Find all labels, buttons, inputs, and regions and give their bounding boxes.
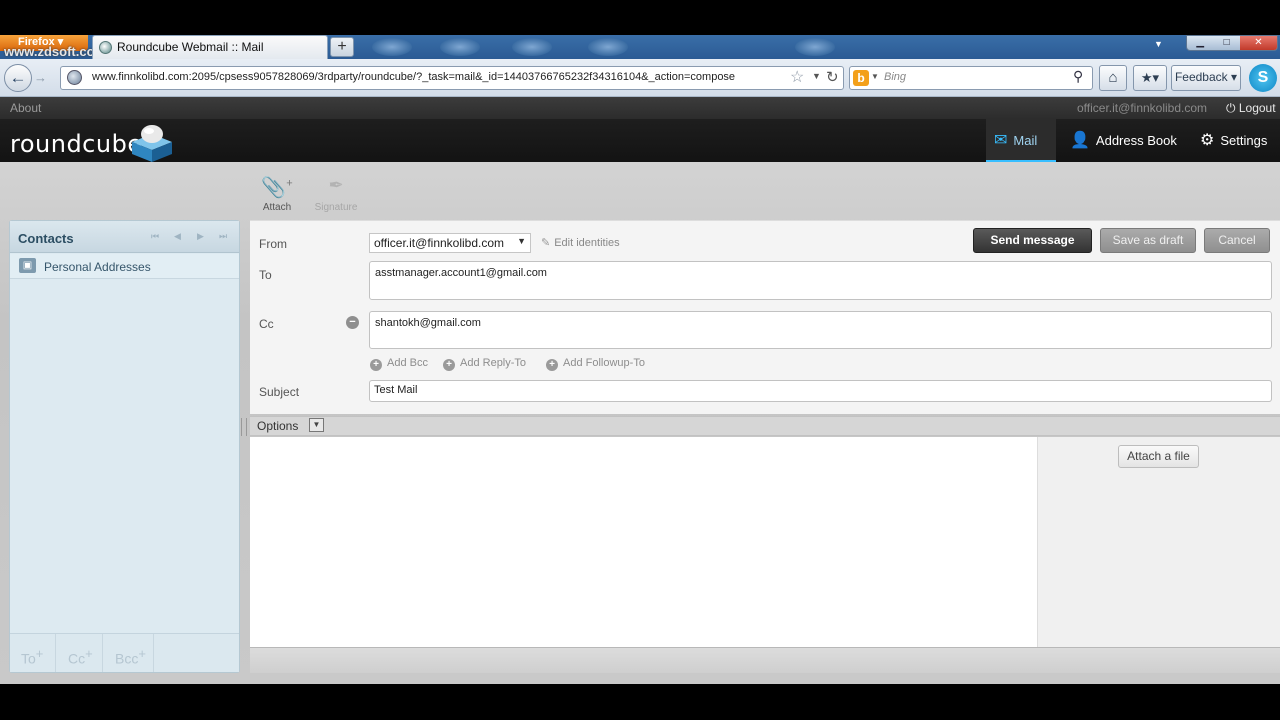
search-input[interactable]: Bing <box>884 71 906 83</box>
insert-bcc-button: Bcc+ <box>104 634 154 672</box>
panel-splitter[interactable] <box>241 418 247 436</box>
power-icon: ⏻ <box>1226 101 1236 115</box>
signature-toolbar-button: ✒ Signature <box>308 175 364 213</box>
window-controls: ▁ □ ✕ <box>1186 35 1278 51</box>
nav-address-book[interactable]: 👤 Address Book <box>1062 119 1190 162</box>
signature-pen-icon: ✒ <box>328 175 344 195</box>
pencil-icon: ✎ <box>541 237 551 249</box>
url-history-dropdown-icon[interactable]: ▼ <box>812 71 821 81</box>
attachment-pane <box>1037 437 1280 647</box>
contacts-panel <box>9 220 240 673</box>
feedback-button[interactable]: Feedback ▾ <box>1171 65 1241 91</box>
taskbar-blur <box>795 38 835 56</box>
letterbox-top <box>0 0 1280 35</box>
compose-footer <box>250 647 1280 673</box>
bookmark-star-icon[interactable]: ☆ <box>790 67 804 87</box>
roundcube-logo-icon[interactable] <box>130 124 174 164</box>
to-label: To <box>259 268 272 282</box>
gear-icon: ⚙ <box>1200 132 1215 149</box>
plus-icon: + <box>370 359 382 371</box>
first-page-icon[interactable]: ⏮ <box>151 231 159 242</box>
minimize-icon[interactable]: ▁ <box>1187 36 1213 50</box>
username: officer.it@finnkolibd.com <box>1077 101 1208 115</box>
next-page-icon[interactable]: ▶ <box>197 231 204 242</box>
options-bar <box>250 416 1280 436</box>
plus-icon: + <box>443 359 455 371</box>
insert-to-button: To+ <box>10 634 56 672</box>
save-draft-button[interactable]: Save as draft <box>1100 228 1196 253</box>
envelope-icon: ✉ <box>994 132 1008 149</box>
new-tab-button[interactable]: + <box>330 37 354 57</box>
browser-tab-active[interactable]: Roundcube Webmail :: Mail <box>92 35 328 59</box>
site-identity-icon[interactable] <box>67 70 82 85</box>
logout-link[interactable]: ⏻ Logout <box>1226 101 1276 116</box>
taskbar-blur <box>588 38 628 56</box>
cancel-button[interactable]: Cancel <box>1204 228 1270 253</box>
skype-icon[interactable]: S <box>1249 64 1277 92</box>
taskbar-blur <box>512 38 552 56</box>
add-followup-to-link[interactable]: + Add Followup-To <box>546 357 645 371</box>
addressbook-label[interactable]: Personal Addresses <box>44 260 151 274</box>
url-text[interactable]: www.finnkolibd.com:2095/cpsess9057828069… <box>92 71 735 83</box>
plus-icon: + <box>546 359 558 371</box>
message-body-editor[interactable] <box>250 437 1037 647</box>
home-icon[interactable]: ⌂ <box>1099 65 1127 91</box>
forward-arrow-icon[interactable]: → <box>34 70 47 85</box>
taskbar-blur <box>372 38 412 56</box>
insert-cc-button: Cc+ <box>57 634 103 672</box>
watermark: www.zdsoft.com <box>4 44 107 59</box>
tab-list-icon[interactable]: ▼ <box>1154 39 1163 49</box>
send-button[interactable]: Send message <box>973 228 1092 253</box>
paperclip-icon: 📎+ <box>261 177 293 199</box>
chevron-down-icon: ▼ <box>517 236 526 246</box>
nav-mail[interactable]: ✉ Mail <box>986 119 1056 162</box>
nav-settings[interactable]: ⚙ Settings <box>1192 119 1280 162</box>
about-link[interactable]: About <box>10 101 41 115</box>
options-label[interactable]: Options <box>257 419 298 433</box>
bing-logo-icon[interactable]: b <box>853 70 869 86</box>
contacts-title: Contacts <box>18 231 74 246</box>
letterbox-bottom <box>0 684 1280 720</box>
close-window-icon[interactable]: ✕ <box>1239 36 1277 50</box>
back-arrow-icon[interactable]: ← <box>4 64 32 92</box>
person-icon: 👤 <box>1070 132 1090 149</box>
cc-label: Cc <box>259 317 274 331</box>
taskbar-blur <box>440 38 480 56</box>
remove-cc-icon[interactable]: − <box>346 316 359 329</box>
search-icon[interactable]: ⚲ <box>1073 68 1083 85</box>
add-bcc-link[interactable]: + Add Bcc <box>370 357 428 371</box>
options-toggle-icon[interactable]: ▼ <box>309 418 324 432</box>
attach-file-button[interactable]: Attach a file <box>1118 445 1199 468</box>
addressbook-icon: ▣ <box>19 258 36 273</box>
to-field[interactable]: asstmanager.account1@gmail.com <box>369 261 1272 300</box>
tab-title: Roundcube Webmail :: Mail <box>117 40 264 54</box>
attach-toolbar-button[interactable]: 📎+ Attach <box>258 175 296 213</box>
subject-label: Subject <box>259 385 300 399</box>
bookmarks-menu-icon[interactable]: ★▾ <box>1133 65 1167 91</box>
maximize-icon[interactable]: □ <box>1213 36 1239 50</box>
roundcube-favicon-icon <box>99 41 112 54</box>
search-engine-dropdown-icon[interactable]: ▼ <box>871 72 879 81</box>
from-label: From <box>259 237 287 251</box>
cc-field[interactable]: shantokh@gmail.com <box>369 311 1272 349</box>
reload-icon[interactable]: ↻ <box>826 68 839 86</box>
logo[interactable]: roundcube <box>10 130 143 158</box>
last-page-icon[interactable]: ⏭ <box>219 231 227 242</box>
add-reply-to-link[interactable]: + Add Reply-To <box>443 357 526 371</box>
edit-identities-link[interactable]: ✎ Edit identities <box>541 236 620 249</box>
subject-input[interactable]: Test Mail <box>369 380 1272 402</box>
previous-page-icon[interactable]: ◀ <box>174 231 181 242</box>
from-select[interactable]: officer.it@finnkolibd.com ▼ <box>369 233 531 253</box>
